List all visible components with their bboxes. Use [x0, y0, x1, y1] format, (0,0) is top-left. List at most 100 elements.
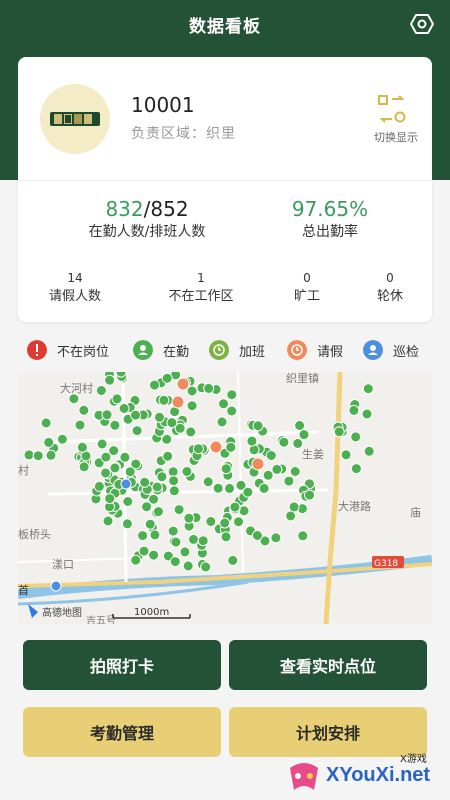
worker-marker[interactable] [340, 449, 352, 461]
worker-marker[interactable] [111, 393, 123, 405]
worker-marker[interactable] [23, 449, 35, 461]
worker-marker[interactable] [294, 420, 306, 431]
worker-marker[interactable] [225, 441, 237, 453]
worker-marker[interactable] [350, 463, 362, 475]
worker-marker[interactable] [149, 529, 161, 541]
worker-marker[interactable] [197, 535, 209, 547]
hexagon-settings-icon[interactable] [410, 12, 434, 36]
worker-marker[interactable] [93, 480, 105, 492]
worker-marker[interactable] [167, 466, 179, 478]
worker-marker[interactable] [212, 482, 224, 494]
leave-marker[interactable] [251, 457, 265, 471]
worker-marker[interactable] [252, 420, 264, 432]
worker-marker[interactable] [205, 516, 217, 527]
worker-marker[interactable] [118, 403, 130, 414]
patrol-marker[interactable] [50, 580, 62, 592]
worker-marker[interactable] [148, 493, 160, 505]
worker-marker[interactable] [168, 475, 180, 487]
worker-marker[interactable] [185, 426, 197, 438]
worker-marker[interactable] [219, 517, 231, 529]
attendance-management-button[interactable]: 考勤管理 [23, 707, 221, 757]
worker-marker[interactable] [181, 466, 193, 477]
leave-marker[interactable] [176, 377, 190, 391]
worker-marker[interactable] [78, 404, 90, 416]
worker-marker[interactable] [289, 466, 301, 477]
worker-marker[interactable] [238, 505, 250, 517]
worker-marker[interactable] [258, 482, 270, 494]
worker-marker[interactable] [96, 438, 108, 450]
worker-marker[interactable] [292, 437, 304, 449]
worker-marker[interactable] [179, 546, 191, 558]
worker-marker[interactable] [288, 501, 300, 513]
worker-marker[interactable] [271, 463, 283, 475]
worker-marker[interactable] [109, 462, 121, 474]
worker-marker[interactable] [76, 441, 88, 453]
worker-marker[interactable] [158, 394, 170, 406]
worker-marker[interactable] [226, 405, 238, 417]
worker-marker[interactable] [186, 385, 198, 397]
worker-marker[interactable] [270, 532, 282, 544]
worker-marker[interactable] [139, 476, 151, 488]
worker-marker[interactable] [251, 530, 263, 541]
worker-marker[interactable] [246, 435, 258, 447]
worker-marker[interactable] [104, 493, 116, 505]
worker-marker[interactable] [283, 475, 295, 487]
worker-marker[interactable] [169, 556, 181, 568]
worker-marker[interactable] [40, 417, 52, 429]
worker-marker[interactable] [361, 408, 373, 420]
worker-marker[interactable] [151, 481, 163, 493]
worker-marker[interactable] [100, 467, 112, 479]
worker-marker[interactable] [122, 496, 134, 507]
worker-marker[interactable] [218, 398, 229, 410]
worker-marker[interactable] [101, 409, 113, 421]
worker-marker[interactable] [203, 382, 215, 394]
worker-marker[interactable] [149, 379, 160, 391]
worker-marker[interactable] [148, 549, 160, 561]
worker-marker[interactable] [182, 560, 194, 572]
worker-marker[interactable] [233, 516, 244, 528]
worker-marker[interactable] [224, 482, 235, 494]
patrol-marker[interactable] [120, 478, 132, 490]
worker-marker[interactable] [170, 536, 182, 548]
switch-display-icon[interactable] [376, 93, 408, 125]
photo-checkin-button[interactable]: 拍照打卡 [23, 640, 221, 690]
worker-marker[interactable] [348, 404, 360, 416]
worker-marker[interactable] [227, 554, 239, 566]
worker-marker[interactable] [162, 450, 174, 462]
worker-marker[interactable] [304, 489, 315, 501]
worker-marker[interactable] [278, 436, 290, 448]
worker-marker[interactable] [156, 471, 168, 483]
leave-marker[interactable] [171, 395, 185, 409]
worker-marker[interactable] [168, 485, 180, 497]
worker-marker[interactable] [32, 450, 44, 462]
worker-marker[interactable] [74, 419, 86, 431]
switch-display-label[interactable]: 切换显示 [374, 129, 418, 145]
worker-marker[interactable] [220, 531, 232, 543]
worker-marker[interactable] [229, 501, 241, 513]
worker-marker[interactable] [167, 525, 179, 537]
worker-marker[interactable] [161, 372, 173, 384]
worker-marker[interactable] [333, 426, 345, 438]
worker-marker[interactable] [173, 504, 185, 516]
worker-marker[interactable] [43, 436, 55, 448]
worker-marker[interactable] [130, 554, 142, 566]
worker-marker[interactable] [115, 372, 127, 378]
realtime-position-button[interactable]: 查看实时点位 [229, 640, 427, 690]
worker-marker[interactable] [265, 450, 277, 461]
worker-marker[interactable] [119, 451, 131, 463]
worker-marker[interactable] [220, 463, 232, 475]
worker-marker[interactable] [131, 425, 143, 437]
worker-marker[interactable] [242, 486, 254, 498]
worker-marker[interactable] [226, 389, 238, 401]
worker-marker[interactable] [137, 530, 149, 542]
worker-marker[interactable] [216, 416, 228, 428]
worker-marker[interactable] [262, 469, 274, 481]
map-canvas[interactable]: 大河村 织里镇 生姜 村 大港路 板桥头 漾口 庙 首 G318 吉五号 高德地… [18, 372, 432, 624]
worker-marker[interactable] [363, 445, 375, 457]
leave-marker[interactable] [209, 440, 223, 454]
worker-marker[interactable] [200, 561, 212, 573]
worker-marker[interactable] [152, 506, 164, 518]
worker-marker[interactable] [350, 431, 362, 443]
worker-marker[interactable] [95, 385, 107, 396]
worker-marker[interactable] [121, 518, 133, 530]
